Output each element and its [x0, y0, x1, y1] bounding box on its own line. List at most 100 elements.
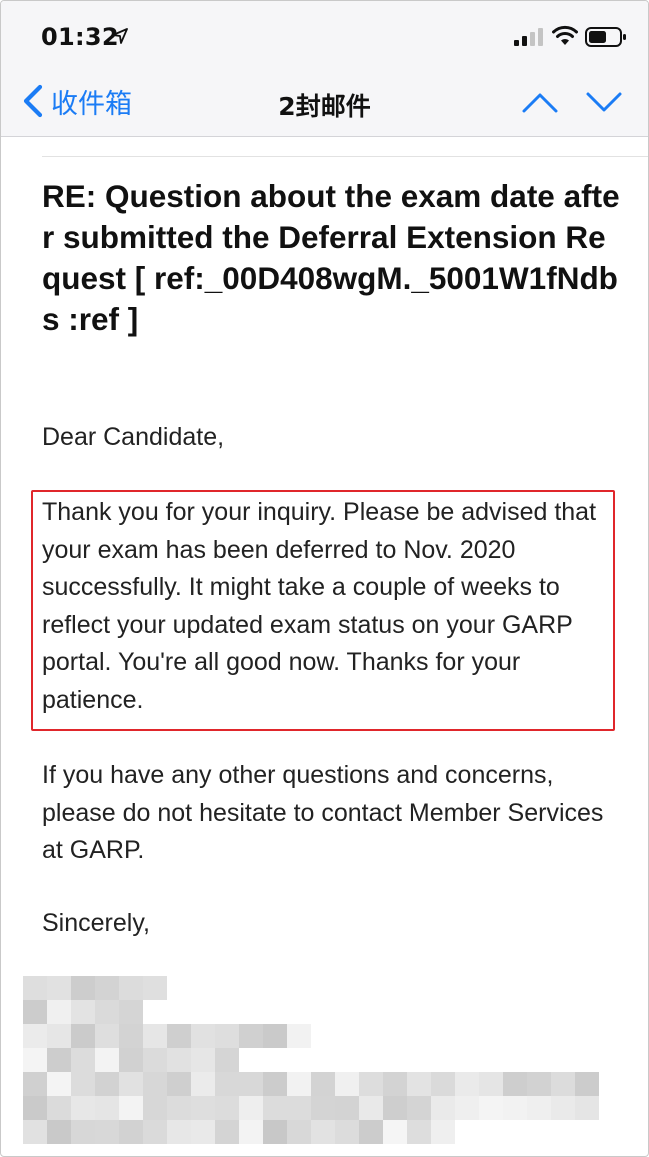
- redaction-pixel: [191, 1072, 215, 1096]
- location-arrow-icon: [112, 28, 128, 44]
- status-bar: 01:32: [1, 1, 648, 67]
- message-salutation: Dear Candidate,: [42, 423, 225, 451]
- redaction-pixel: [47, 1000, 71, 1024]
- redaction-pixel: [167, 1072, 191, 1096]
- redaction-pixel: [23, 976, 47, 1000]
- cellular-signal-icon: [514, 28, 543, 46]
- redaction-pixel: [71, 1048, 95, 1072]
- redaction-pixel: [263, 1096, 287, 1120]
- redaction-pixel: [263, 1072, 287, 1096]
- redaction-pixel: [167, 1120, 191, 1144]
- redaction-pixel: [143, 1048, 167, 1072]
- redaction-pixel: [71, 1024, 95, 1048]
- wifi-icon: [552, 25, 578, 45]
- redaction-pixel: [215, 1072, 239, 1096]
- redaction-pixel: [215, 1096, 239, 1120]
- redaction-pixel: [215, 1048, 239, 1072]
- redaction-pixel: [191, 1120, 215, 1144]
- redaction-pixel: [143, 976, 167, 1000]
- redaction-pixel: [431, 1072, 455, 1096]
- redaction-pixel: [359, 1120, 383, 1144]
- redaction-pixel: [143, 1024, 167, 1048]
- redacted-signature: [23, 976, 623, 1156]
- redaction-pixel: [191, 1048, 215, 1072]
- battery-icon: [585, 27, 626, 47]
- redaction-pixel: [95, 1048, 119, 1072]
- redaction-pixel: [455, 1096, 479, 1120]
- redaction-pixel: [71, 976, 95, 1000]
- redaction-pixel: [431, 1120, 455, 1144]
- redaction-pixel: [47, 1120, 71, 1144]
- redaction-pixel: [287, 1024, 311, 1048]
- redaction-pixel: [119, 1096, 143, 1120]
- redaction-pixel: [119, 1072, 143, 1096]
- redaction-pixel: [95, 1120, 119, 1144]
- redaction-pixel: [47, 1072, 71, 1096]
- message-body: RE: Question about the exam date after s…: [1, 138, 648, 1156]
- redaction-pixel: [503, 1072, 527, 1096]
- message-paragraph-2: If you have any other questions and conc…: [42, 761, 604, 865]
- redaction-pixel: [119, 1048, 143, 1072]
- next-message-button[interactable]: [585, 87, 623, 117]
- redaction-pixel: [119, 1120, 143, 1144]
- redaction-pixel: [455, 1072, 479, 1096]
- redaction-pixel: [71, 1120, 95, 1144]
- message-closing: Sincerely,: [42, 909, 150, 937]
- redaction-pixel: [239, 1096, 263, 1120]
- redaction-pixel: [47, 1024, 71, 1048]
- redaction-pixel: [359, 1072, 383, 1096]
- redaction-pixel: [479, 1072, 503, 1096]
- redaction-pixel: [311, 1096, 335, 1120]
- redaction-pixel: [575, 1096, 599, 1120]
- redaction-pixel: [95, 1024, 119, 1048]
- redaction-pixel: [191, 1096, 215, 1120]
- redaction-pixel: [335, 1072, 359, 1096]
- redaction-pixel: [407, 1096, 431, 1120]
- redaction-pixel: [239, 1024, 263, 1048]
- redaction-pixel: [167, 1096, 191, 1120]
- redaction-pixel: [23, 1000, 47, 1024]
- redaction-pixel: [335, 1120, 359, 1144]
- redaction-pixel: [503, 1096, 527, 1120]
- redaction-pixel: [431, 1096, 455, 1120]
- redaction-pixel: [311, 1120, 335, 1144]
- redaction-pixel: [215, 1120, 239, 1144]
- redaction-pixel: [527, 1072, 551, 1096]
- redaction-pixel: [191, 1024, 215, 1048]
- redaction-pixel: [23, 1048, 47, 1072]
- redaction-pixel: [119, 1024, 143, 1048]
- status-time: 01:32: [41, 23, 119, 51]
- redaction-pixel: [95, 1000, 119, 1024]
- redaction-pixel: [215, 1024, 239, 1048]
- redaction-pixel: [143, 1096, 167, 1120]
- redaction-pixel: [407, 1072, 431, 1096]
- redaction-pixel: [263, 1024, 287, 1048]
- previous-message-button[interactable]: [521, 87, 559, 117]
- header-divider: [42, 156, 648, 157]
- mail-nav-bar: 收件箱 2封邮件: [1, 67, 648, 137]
- redaction-pixel: [23, 1024, 47, 1048]
- redaction-pixel: [311, 1072, 335, 1096]
- redaction-pixel: [95, 976, 119, 1000]
- redaction-pixel: [23, 1096, 47, 1120]
- redaction-pixel: [71, 1072, 95, 1096]
- redaction-pixel: [47, 1048, 71, 1072]
- redaction-pixel: [383, 1096, 407, 1120]
- redaction-pixel: [95, 1072, 119, 1096]
- redaction-pixel: [287, 1120, 311, 1144]
- redaction-pixel: [551, 1096, 575, 1120]
- redaction-pixel: [263, 1120, 287, 1144]
- redaction-pixel: [143, 1072, 167, 1096]
- redaction-pixel: [383, 1120, 407, 1144]
- redaction-pixel: [383, 1072, 407, 1096]
- redaction-pixel: [239, 1072, 263, 1096]
- redaction-pixel: [71, 1096, 95, 1120]
- message-subject: RE: Question about the exam date after s…: [42, 178, 620, 337]
- redaction-pixel: [479, 1096, 503, 1120]
- redaction-pixel: [47, 976, 71, 1000]
- redaction-pixel: [167, 1024, 191, 1048]
- redaction-pixel: [527, 1096, 551, 1120]
- redaction-pixel: [359, 1096, 383, 1120]
- redaction-pixel: [143, 1120, 167, 1144]
- redaction-pixel: [119, 1000, 143, 1024]
